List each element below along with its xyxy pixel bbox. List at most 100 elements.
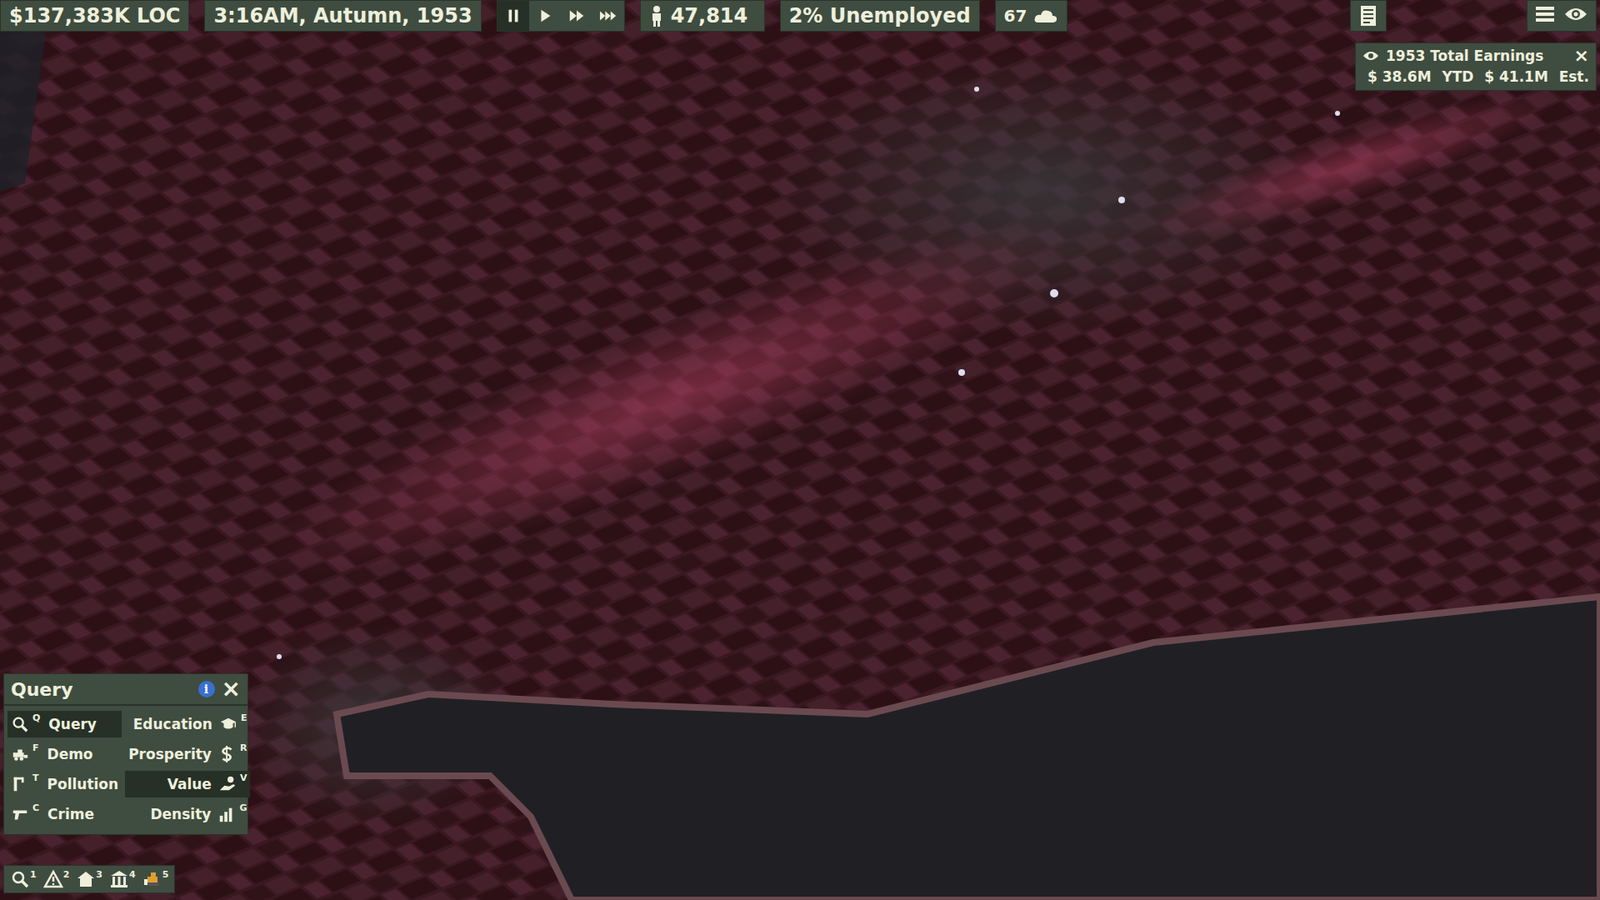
icon-graphic <box>219 715 238 734</box>
demo-icon <box>10 745 30 764</box>
icon-shape <box>22 881 29 888</box>
tool-button[interactable]: 3 <box>73 867 105 891</box>
earnings-values: $ 38.6MYTD$ 41.1MEst. <box>1362 68 1590 85</box>
icon-shape <box>600 11 605 21</box>
icon-shape <box>117 876 120 885</box>
top-bar: $137,383K LOC3:16AM, Autumn, 195347,8142… <box>0 0 1600 32</box>
icon-shape <box>1565 8 1587 20</box>
icon-graphic <box>567 6 586 25</box>
icon-shape <box>51 876 55 882</box>
icon-shape <box>112 876 115 885</box>
road-icon <box>43 869 64 890</box>
mode-label: Density <box>150 805 211 823</box>
icon-shape <box>1571 10 1580 19</box>
earnings-header: 1953 Total Earnings× <box>1362 46 1590 65</box>
education-icon <box>219 715 238 734</box>
hotkey-label: 5 <box>162 869 170 880</box>
icon-graphic <box>10 745 30 764</box>
icon-shape <box>20 756 25 761</box>
close-button[interactable]: × <box>1574 46 1590 65</box>
info-button[interactable]: i <box>198 680 215 698</box>
temperature-text: 67 <box>1004 5 1028 26</box>
menu-button[interactable] <box>1535 4 1555 28</box>
mode-label: Demo <box>47 745 94 763</box>
tool-button[interactable]: 4 <box>106 867 139 891</box>
unemployment-text: 2% Unemployed <box>789 4 971 28</box>
query-title: Query <box>10 679 192 700</box>
icon-shape <box>1363 13 1374 15</box>
speed-button[interactable] <box>560 0 593 31</box>
mode-label: Education <box>133 715 213 733</box>
query-mode-button[interactable]: ProsperityR <box>125 740 250 768</box>
eye-icon <box>1564 5 1588 23</box>
icon-graphic <box>10 715 30 734</box>
mode-label: Query <box>48 715 97 733</box>
tool-button[interactable]: 5 <box>140 867 172 891</box>
query-header: Queryi × <box>4 674 248 706</box>
icon-shape <box>110 870 128 876</box>
icon-shape <box>21 725 27 731</box>
query-mode-button[interactable]: T Pollution <box>7 770 122 798</box>
mode-label: Crime <box>47 805 95 823</box>
mode-label: Pollution <box>47 775 120 793</box>
icon-shape <box>1363 17 1374 20</box>
icon-shape <box>336 596 1600 900</box>
icon-shape <box>569 10 576 22</box>
hotkey-label: Q <box>32 712 40 724</box>
money-text: $137,383K LOC <box>9 4 180 28</box>
icon-shape <box>24 755 29 759</box>
icon-shape <box>1368 53 1374 59</box>
icon-shape <box>77 871 95 887</box>
newspaper-button[interactable] <box>1350 0 1387 32</box>
icon-shape <box>657 20 660 27</box>
speed-controls <box>496 0 625 32</box>
hotkey-label: 1 <box>30 869 37 880</box>
icon-shape <box>653 5 660 13</box>
query-mode-button[interactable]: ValueV <box>125 770 250 798</box>
query-mode-button[interactable]: Education E <box>125 710 250 738</box>
hotkey-label: G <box>239 802 247 814</box>
mode-label: Prosperity <box>128 745 212 763</box>
mode-label: Value <box>167 775 212 793</box>
menu-icon <box>1535 5 1555 23</box>
speed-button[interactable] <box>497 0 530 31</box>
crime-icon <box>10 805 30 824</box>
query-mode-button[interactable]: Density G <box>125 800 250 828</box>
icon-shape <box>234 721 235 727</box>
icon-graphic <box>10 869 30 890</box>
icon-shape <box>227 776 234 783</box>
icon-shape <box>14 718 24 728</box>
tool-button[interactable]: 2 <box>40 867 73 891</box>
hotkey-label: T <box>32 772 40 784</box>
icon-shape <box>1535 6 1555 10</box>
speed-button[interactable] <box>529 0 561 31</box>
query-mode-button[interactable]: Q Query <box>7 710 122 738</box>
icon-graphic <box>218 745 237 764</box>
tool-button[interactable]: 1 <box>7 867 40 891</box>
fast-icon <box>567 6 586 25</box>
icon-graphic <box>649 5 665 27</box>
icon-graphic <box>599 6 618 25</box>
earnings-panel: 1953 Total Earnings× $ 38.6MYTD$ 41.1MEst… <box>1355 42 1597 91</box>
icon-graphic <box>10 775 30 794</box>
hotkey-label: E <box>240 712 248 724</box>
icon-shape <box>576 10 584 22</box>
query-mode-button[interactable]: FDemo <box>7 740 122 768</box>
icon-shape <box>1118 196 1125 204</box>
hotkey-label: 2 <box>63 869 70 880</box>
query-mode-button[interactable]: CCrime <box>7 800 122 828</box>
cloud-icon <box>1033 7 1059 25</box>
icon-graphic <box>1564 5 1588 23</box>
icon-shape <box>1360 5 1376 26</box>
speed-button[interactable] <box>592 0 625 31</box>
query-icon <box>10 869 30 890</box>
icon-graphic <box>218 775 237 794</box>
icon-shape <box>0 0 1600 900</box>
close-button[interactable]: × <box>221 677 241 701</box>
density-icon <box>217 805 236 824</box>
icon-shape <box>225 811 229 822</box>
icon-graphic <box>109 869 130 890</box>
view-button[interactable] <box>1564 4 1588 28</box>
icon-shape <box>610 11 615 21</box>
icon-shape <box>14 756 19 761</box>
